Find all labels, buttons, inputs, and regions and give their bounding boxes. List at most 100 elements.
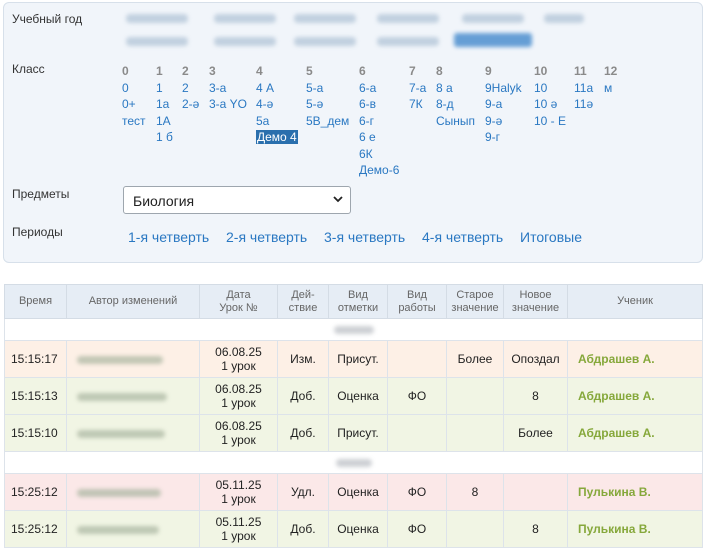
class-link[interactable]: 6-а	[359, 81, 376, 95]
periods-label: Периоды	[12, 225, 63, 239]
cell-work-type: ФО	[387, 510, 447, 548]
cell-old-value	[446, 377, 504, 415]
class-link[interactable]: 7-а	[409, 81, 426, 95]
class-link[interactable]: 9-ә	[485, 114, 502, 128]
class-group-heading: 6	[359, 64, 366, 78]
cell-time: 15:15:10	[4, 414, 67, 452]
cell-student[interactable]: Пулькина В.	[567, 510, 703, 548]
year-option-selected[interactable]	[454, 33, 532, 47]
header-mark-type: Вид отметки	[328, 284, 388, 319]
year-option[interactable]	[544, 14, 584, 23]
lesson-number: 1 урок	[221, 359, 256, 373]
class-link[interactable]: 1а	[156, 97, 169, 111]
table-header: Время Автор изменений Дата Урок № Дей-ств…	[4, 284, 703, 319]
year-option[interactable]	[214, 14, 276, 23]
subject-select[interactable]: Биология	[123, 186, 351, 214]
class-group-heading: 11	[574, 64, 587, 78]
class-group-4: 4 4 А 4-ә 5а Демо 4	[256, 63, 298, 146]
cell-new-value: 8	[503, 510, 568, 548]
class-link[interactable]: 6-г	[359, 114, 374, 128]
header-action: Дей-ствие	[277, 284, 329, 319]
class-link[interactable]: 10	[534, 81, 547, 95]
year-option[interactable]	[462, 14, 524, 23]
cell-new-value: Опоздал	[503, 340, 568, 378]
class-group-heading: 9	[485, 64, 492, 78]
class-group-heading: 12	[604, 64, 618, 78]
class-link[interactable]: 6-в	[359, 97, 376, 111]
class-link[interactable]: 0	[122, 81, 129, 95]
class-link[interactable]: 5-а	[306, 81, 323, 95]
period-q3[interactable]: 3-я четверть	[324, 229, 405, 245]
year-option[interactable]	[377, 14, 439, 23]
period-final[interactable]: Итоговые	[520, 229, 582, 245]
cell-student[interactable]: Абдрашев А.	[567, 377, 703, 415]
lesson-number: 1 урок	[221, 529, 256, 543]
cell-time: 15:25:12	[4, 473, 67, 511]
class-link[interactable]: 7К	[409, 97, 423, 111]
class-link[interactable]: 11ә	[574, 97, 593, 111]
class-link[interactable]: 11а	[574, 81, 593, 95]
period-q4[interactable]: 4-я четверть	[422, 229, 503, 245]
class-link-selected[interactable]: Демо 4	[256, 130, 298, 144]
class-link[interactable]: 1 б	[156, 130, 173, 144]
lesson-date: 05.11.25	[215, 478, 262, 492]
class-link[interactable]: 2	[182, 81, 189, 95]
year-option[interactable]	[377, 37, 439, 46]
year-option[interactable]	[126, 14, 188, 23]
year-label: Учебный год	[12, 12, 83, 26]
period-q1[interactable]: 1-я четверть	[128, 229, 209, 245]
class-link[interactable]: 5а	[256, 114, 269, 128]
class-group-1: 1 1 1а 1А 1 б	[156, 63, 173, 146]
class-link[interactable]: 4 А	[256, 81, 274, 95]
year-option[interactable]	[214, 37, 276, 46]
class-link[interactable]: 1А	[156, 114, 171, 128]
cell-time: 15:25:12	[4, 510, 67, 548]
class-link[interactable]: 9-а	[485, 97, 502, 111]
class-link[interactable]: Сынып	[436, 114, 475, 128]
filter-panel: Учебный год Класс 0 0 0+ тест 1 1 1а 1А 1 б 2 2 2-ә…	[3, 2, 703, 263]
class-link[interactable]: 9-г	[485, 130, 500, 144]
class-group-heading: 8	[436, 64, 443, 78]
group-date-cell	[4, 318, 703, 341]
class-link[interactable]: 3-а YO	[209, 97, 247, 111]
class-link[interactable]: 1	[156, 81, 163, 95]
cell-work-type: ФО	[387, 473, 447, 511]
year-option[interactable]	[294, 37, 356, 46]
class-link[interactable]: 3-а	[209, 81, 226, 95]
class-link[interactable]: 2-ә	[182, 97, 199, 111]
class-link[interactable]: 10 - Е	[534, 114, 566, 128]
class-link[interactable]: 6 е	[359, 130, 376, 144]
chevron-down-icon	[332, 193, 344, 208]
cell-mark-type: Присут.	[328, 414, 388, 452]
period-q2[interactable]: 2-я четверть	[226, 229, 307, 245]
header-new-value: Новое значение	[503, 284, 568, 319]
table-group-separator	[4, 318, 703, 341]
class-link[interactable]: Демо-6	[359, 163, 399, 177]
class-link[interactable]: 10 ә	[534, 97, 557, 111]
cell-author	[66, 340, 200, 378]
cell-student[interactable]: Абдрашев А.	[567, 340, 703, 378]
cell-student[interactable]: Абдрашев А.	[567, 414, 703, 452]
lesson-number: 1 урок	[221, 433, 256, 447]
class-group-10: 10 10 10 ә 10 - Е	[534, 63, 566, 129]
class-link[interactable]: 8 а	[436, 81, 453, 95]
class-link[interactable]: 5B_дем	[306, 114, 349, 128]
year-option[interactable]	[126, 37, 188, 46]
class-link[interactable]: 0+	[122, 97, 136, 111]
class-group-5: 5 5-а 5-ә 5B_дем	[306, 63, 349, 129]
class-link[interactable]: 8-д	[436, 97, 454, 111]
year-option[interactable]	[294, 14, 356, 23]
class-link[interactable]: 4-ә	[256, 97, 273, 111]
class-link[interactable]: 6К	[359, 147, 373, 161]
lesson-date: 06.08.25	[215, 419, 262, 433]
class-group-heading: 4	[256, 64, 263, 78]
table-row: 15:15:13 06.08.25 1 урок Доб. Оценка ФО 8 Абдра…	[4, 377, 703, 415]
class-link[interactable]: тест	[122, 114, 146, 128]
class-link[interactable]: м	[604, 81, 612, 95]
class-group-heading: 2	[182, 64, 189, 78]
class-link[interactable]: 5-ә	[306, 97, 323, 111]
class-link[interactable]: 9Halyk	[485, 81, 522, 95]
cell-date: 06.08.25 1 урок	[199, 377, 278, 415]
cell-mark-type: Оценка	[328, 473, 388, 511]
cell-student[interactable]: Пулькина В.	[567, 473, 703, 511]
